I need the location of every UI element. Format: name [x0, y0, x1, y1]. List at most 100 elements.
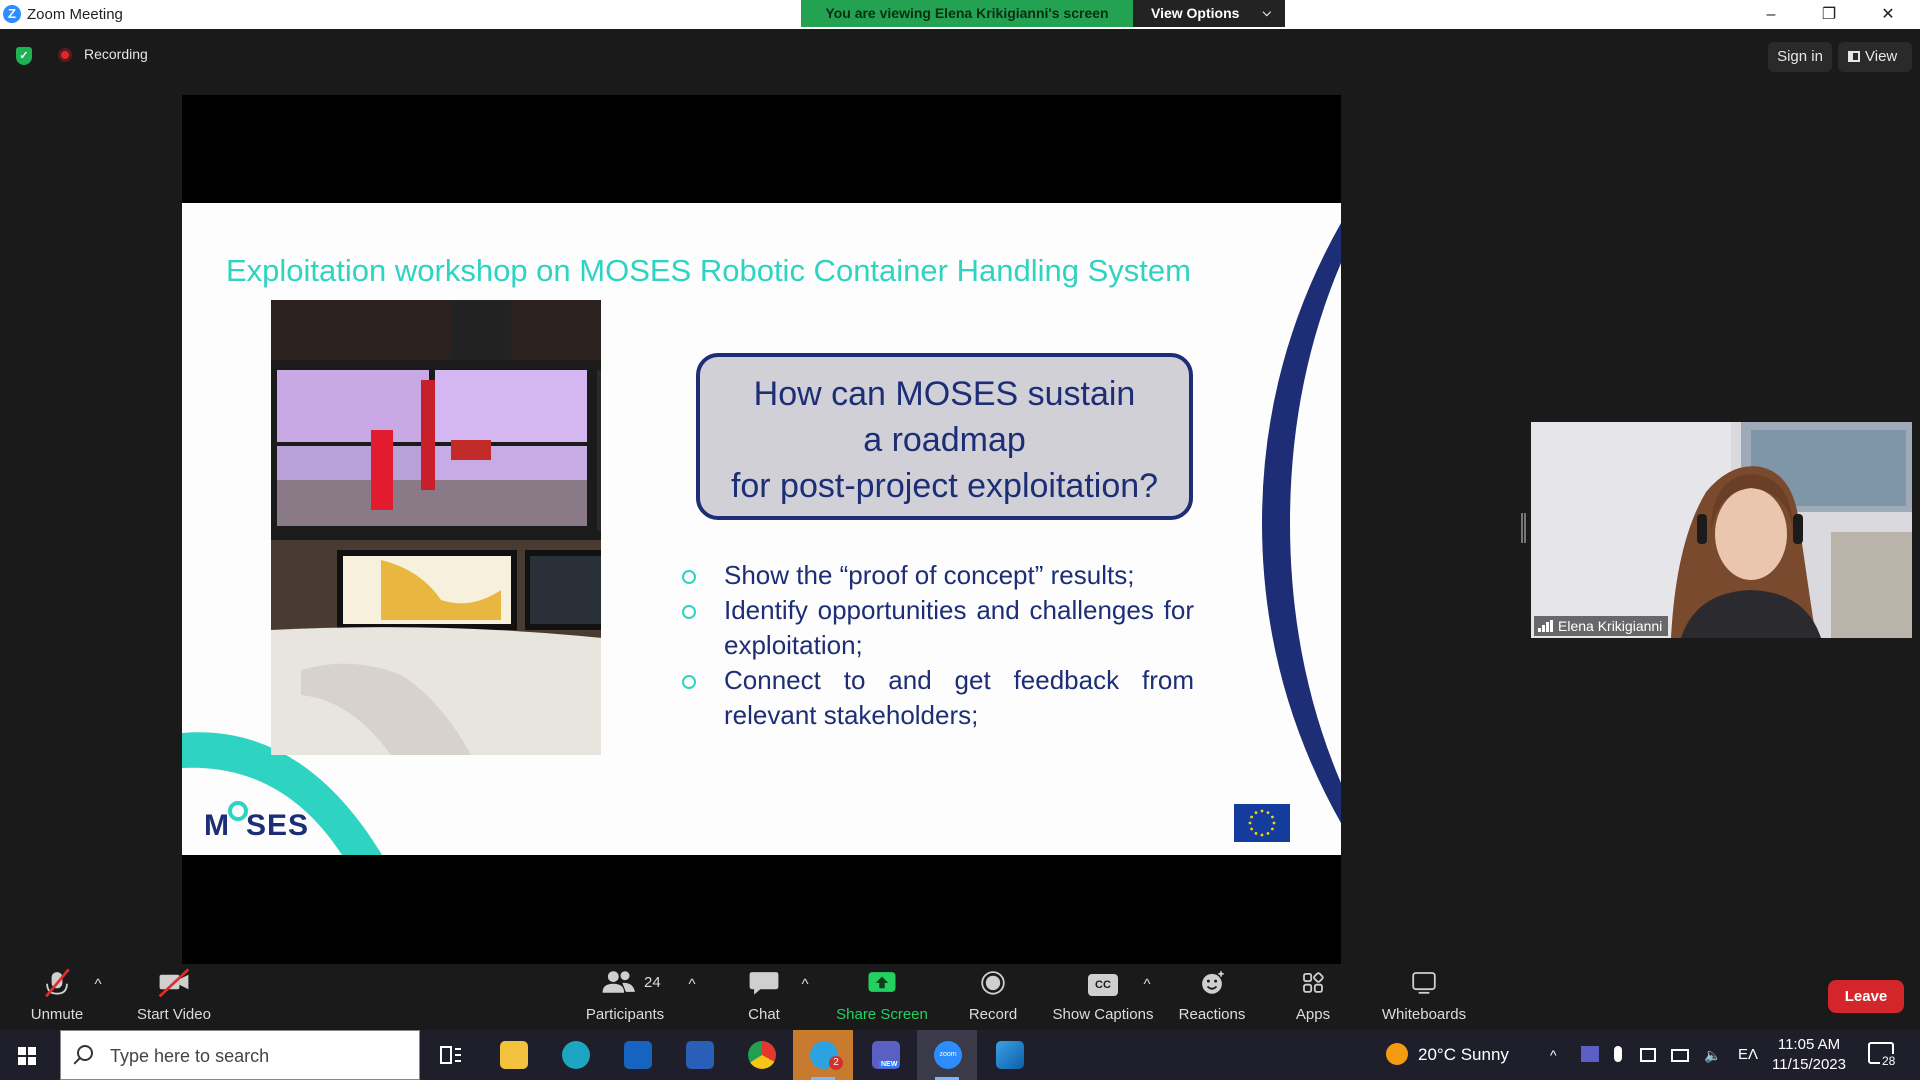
leave-button[interactable]: Leave: [1828, 980, 1904, 1013]
video-off-icon: [158, 968, 190, 998]
edge-app[interactable]: [545, 1030, 605, 1080]
word-icon: [686, 1041, 714, 1069]
participant-count: 24: [644, 974, 661, 991]
meeting-topbar: ✓ Recording Sign in View: [0, 29, 1920, 79]
recording-label: Recording: [84, 46, 148, 62]
task-view-icon: [440, 1046, 461, 1064]
show-captions-label: Show Captions: [1052, 1006, 1154, 1023]
audio-options-caret[interactable]: ^: [92, 976, 104, 993]
weather-widget[interactable]: 20°C Sunny: [1386, 1030, 1521, 1080]
edge-browser-icon: [562, 1041, 590, 1069]
photos-icon: [996, 1041, 1024, 1069]
layout-view-icon: [1848, 51, 1860, 62]
view-label: View: [1865, 48, 1898, 65]
question-line: How can MOSES sustain: [753, 375, 1136, 413]
task-view-button[interactable]: [420, 1030, 480, 1080]
system-clock[interactable]: 11:05 AM 11/15/2023: [1764, 1035, 1854, 1075]
question-line: a roadmap: [863, 421, 1026, 459]
reactions-icon: [1202, 971, 1224, 994]
panel-resize-handle[interactable]: [1521, 513, 1526, 543]
share-screen-icon: [868, 972, 896, 992]
teams-tray-icon[interactable]: [1581, 1046, 1599, 1062]
whiteboards-button[interactable]: Whiteboards: [1374, 964, 1474, 1030]
participant-name-tag: Elena Krikigianni: [1534, 616, 1669, 636]
list-item: Identify opportunities and challenges fo…: [682, 593, 1194, 663]
outlook-app[interactable]: [607, 1030, 667, 1080]
show-hidden-icons-button[interactable]: ^: [1550, 1030, 1557, 1080]
unmute-button[interactable]: Unmute: [18, 964, 96, 1030]
meeting-toolbar: Unmute ^ Start Video 24 Participants ^ C…: [0, 964, 1920, 1030]
apps-icon: [1303, 972, 1324, 993]
volume-icon[interactable]: 🔈: [1704, 1047, 1721, 1063]
view-options-label: View Options: [1151, 5, 1240, 21]
zoom-app[interactable]: zoom: [917, 1030, 977, 1080]
recording-icon: [58, 48, 72, 62]
restore-button[interactable]: ❐: [1801, 0, 1857, 29]
control-room-photo: [271, 300, 663, 755]
participants-label: Participants: [585, 1006, 665, 1023]
captions-options-caret[interactable]: ^: [1141, 976, 1153, 993]
word-app[interactable]: [669, 1030, 729, 1080]
record-icon: [981, 971, 1005, 995]
network-icon[interactable]: [1640, 1048, 1657, 1062]
outlook-icon: [624, 1041, 652, 1069]
view-button[interactable]: View: [1838, 42, 1912, 72]
cc-badge: CC: [1088, 974, 1118, 996]
question-line: for post-project exploitation?: [730, 467, 1159, 505]
display-icon[interactable]: [1671, 1049, 1690, 1062]
zoom-logo-icon: Z: [3, 5, 21, 23]
whiteboards-label: Whiteboards: [1381, 1006, 1467, 1023]
window-title: Zoom Meeting: [27, 6, 123, 23]
shared-screen: Exploitation workshop on MOSES Robotic C…: [182, 95, 1341, 964]
chat-button[interactable]: Chat: [736, 964, 792, 1030]
muted-mic-icon: [45, 968, 70, 998]
show-captions-button[interactable]: CC Show Captions: [1048, 964, 1158, 1030]
whiteboard-icon: [1412, 972, 1436, 994]
question-callout: How can MOSES sustain a roadmap for post…: [696, 353, 1193, 520]
microphone-icon[interactable]: [1613, 1046, 1622, 1062]
start-video-button[interactable]: Start Video: [128, 964, 220, 1030]
reactions-label: Reactions: [1178, 1006, 1246, 1023]
participants-options-caret[interactable]: ^: [686, 976, 698, 993]
minimize-button[interactable]: –: [1743, 0, 1799, 29]
sign-in-button[interactable]: Sign in: [1768, 42, 1832, 72]
clock-date: 11/15/2023: [1772, 1056, 1846, 1073]
sun-icon: [1386, 1043, 1408, 1065]
participants-button[interactable]: 24 Participants: [578, 964, 672, 1030]
participant-name: Elena Krikigianni: [1558, 618, 1663, 634]
teams-app[interactable]: NEW: [855, 1030, 915, 1080]
objectives-list: Show the “proof of concept” results; Ide…: [682, 558, 1194, 733]
share-screen-button[interactable]: Share Screen: [832, 964, 932, 1030]
reactions-button[interactable]: Reactions: [1172, 964, 1252, 1030]
search-placeholder: Type here to search: [110, 1046, 270, 1066]
windows-start-icon[interactable]: [18, 1047, 36, 1065]
record-button[interactable]: Record: [960, 964, 1026, 1030]
eu-flag-icon: [1234, 804, 1290, 842]
chrome-icon: [748, 1041, 776, 1069]
close-button[interactable]: ✕: [1860, 0, 1916, 29]
chat-options-caret[interactable]: ^: [799, 976, 811, 993]
skype-app[interactable]: 2: [793, 1030, 853, 1080]
record-label: Record: [968, 1006, 1018, 1023]
folder-icon: [500, 1041, 528, 1069]
view-options-button[interactable]: View Options ⌵: [1133, 0, 1285, 27]
participant-video-tile[interactable]: Elena Krikigianni: [1531, 422, 1912, 638]
language-indicator[interactable]: ΕΛ: [1738, 1030, 1758, 1080]
taskbar-search-box[interactable]: Type here to search: [60, 1030, 420, 1080]
photos-app[interactable]: [979, 1030, 1039, 1080]
unmute-label: Unmute: [30, 1006, 84, 1023]
weather-label: 20°C Sunny: [1418, 1045, 1509, 1064]
chrome-app[interactable]: [731, 1030, 791, 1080]
list-item: Connect to and get feedback from relevan…: [682, 663, 1194, 733]
chat-icon: [749, 972, 779, 995]
file-explorer-app[interactable]: [483, 1030, 543, 1080]
signal-strength-icon: [1538, 620, 1553, 632]
apps-button[interactable]: Apps: [1284, 964, 1342, 1030]
security-shield-icon[interactable]: ✓: [16, 47, 32, 65]
list-item: Show the “proof of concept” results;: [682, 558, 1194, 593]
window-titlebar: Z Zoom Meeting You are viewing Elena Kri…: [0, 0, 1920, 29]
moses-logo: M SES: [204, 801, 309, 843]
participant-video: [1531, 422, 1912, 638]
windows-taskbar: Type here to search 2 NEW zoom 20°C Sunn…: [0, 1030, 1920, 1080]
chat-label: Chat: [748, 1006, 780, 1023]
